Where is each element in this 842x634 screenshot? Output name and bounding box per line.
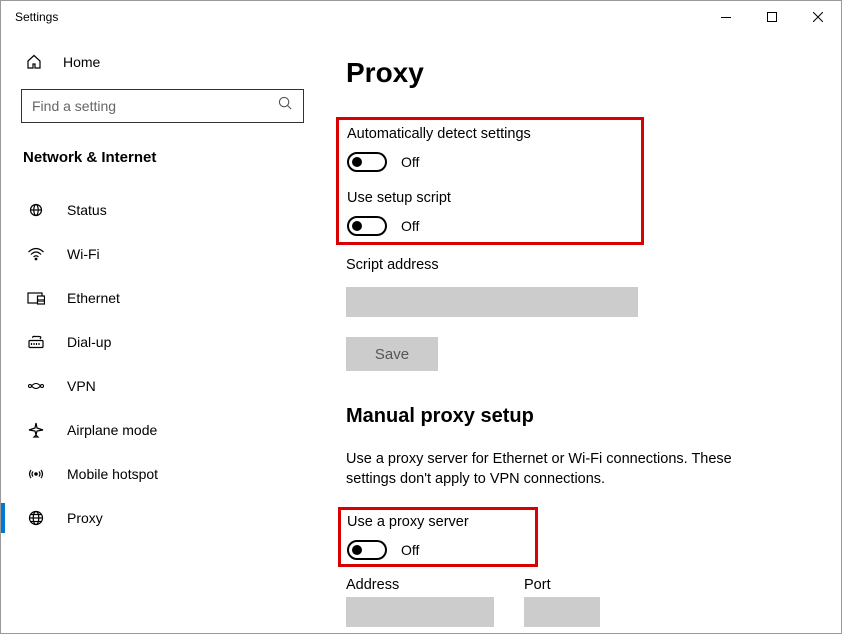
window-title: Settings — [15, 10, 58, 24]
page-title: Proxy — [346, 57, 807, 89]
auto-detect-label: Automatically detect settings — [347, 126, 531, 142]
content-area: Proxy Automatically detect settings Off … — [316, 33, 841, 633]
nav-proxy[interactable]: Proxy — [1, 496, 296, 540]
nav-label: Ethernet — [67, 290, 120, 306]
setup-script-state: Off — [401, 218, 419, 234]
highlight-box-auto: Automatically detect settings Off Use se… — [336, 117, 644, 245]
window-controls — [703, 1, 841, 33]
minimize-button[interactable] — [703, 1, 749, 33]
nav-label: Proxy — [67, 510, 103, 526]
hotspot-icon — [27, 465, 45, 483]
script-address-input[interactable] — [346, 287, 638, 317]
ethernet-icon — [27, 289, 45, 307]
manual-heading: Manual proxy setup — [346, 405, 807, 428]
auto-detect-state: Off — [401, 154, 419, 170]
sidebar: Home Network & Internet Status Wi-Fi Eth… — [1, 33, 316, 633]
nav-label: Dial-up — [67, 334, 111, 350]
wifi-icon — [27, 245, 45, 263]
script-address-label: Script address — [346, 257, 807, 273]
search-input[interactable] — [32, 98, 278, 114]
auto-detect-toggle[interactable] — [347, 152, 387, 172]
nav-hotspot[interactable]: Mobile hotspot — [1, 452, 296, 496]
status-icon — [27, 201, 45, 219]
setup-script-label: Use setup script — [347, 190, 531, 206]
search-icon — [278, 96, 293, 116]
vpn-icon — [27, 377, 45, 395]
save-button[interactable]: Save — [346, 337, 438, 371]
nav-dialup[interactable]: Dial-up — [1, 320, 296, 364]
maximize-button[interactable] — [749, 1, 795, 33]
nav-label: Status — [67, 202, 107, 218]
address-label: Address — [346, 577, 494, 593]
dialup-icon — [27, 333, 45, 351]
use-proxy-state: Off — [401, 542, 419, 558]
address-input[interactable] — [346, 597, 494, 627]
home-icon — [25, 53, 43, 71]
use-proxy-toggle[interactable] — [347, 540, 387, 560]
nav-vpn[interactable]: VPN — [1, 364, 296, 408]
nav-label: Wi-Fi — [67, 246, 100, 262]
airplane-icon — [27, 421, 45, 439]
port-input[interactable] — [524, 597, 600, 627]
home-label: Home — [63, 54, 100, 70]
highlight-box-manual: Use a proxy server Off — [338, 507, 538, 567]
nav-label: Airplane mode — [67, 422, 157, 438]
search-box[interactable] — [21, 89, 304, 123]
nav-status[interactable]: Status — [1, 188, 296, 232]
port-label: Port — [524, 577, 600, 593]
nav-ethernet[interactable]: Ethernet — [1, 276, 296, 320]
use-proxy-label: Use a proxy server — [347, 514, 469, 530]
proxy-icon — [27, 509, 45, 527]
category-header: Network & Internet — [21, 149, 296, 166]
close-button[interactable] — [795, 1, 841, 33]
nav-wifi[interactable]: Wi-Fi — [1, 232, 296, 276]
nav-label: VPN — [67, 378, 96, 394]
nav-airplane[interactable]: Airplane mode — [1, 408, 296, 452]
nav-label: Mobile hotspot — [67, 466, 158, 482]
home-link[interactable]: Home — [21, 43, 296, 81]
setup-script-toggle[interactable] — [347, 216, 387, 236]
manual-description: Use a proxy server for Ethernet or Wi-Fi… — [346, 450, 776, 489]
